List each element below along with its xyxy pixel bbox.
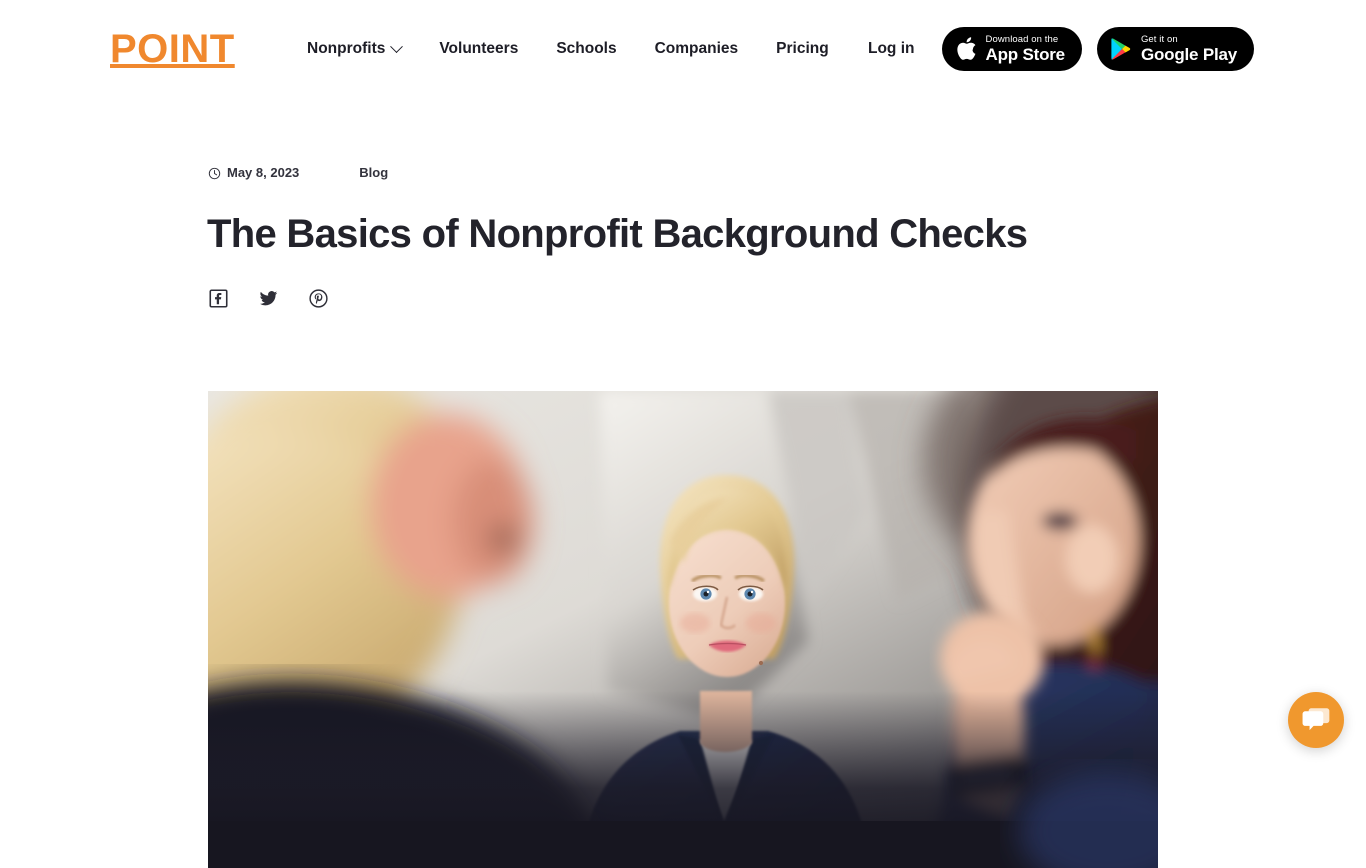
nav-item-volunteers[interactable]: Volunteers xyxy=(439,38,518,60)
nav-item-label: Schools xyxy=(556,38,616,60)
app-store-badge[interactable]: Download on the App Store xyxy=(942,27,1082,71)
publish-date: May 8, 2023 xyxy=(208,164,299,182)
pinterest-share-button[interactable] xyxy=(308,288,328,308)
google-play-badge[interactable]: Get it on Google Play xyxy=(1097,27,1254,71)
login-button[interactable]: Log in xyxy=(868,40,915,58)
site-header: POINT Nonprofits Volunteers Schools Comp… xyxy=(0,0,1366,100)
twitter-icon xyxy=(259,289,278,308)
app-store-badge-top: Download on the xyxy=(986,34,1065,45)
nav-item-label: Pricing xyxy=(776,38,829,60)
main-navigation: Nonprofits Volunteers Schools Companies … xyxy=(307,38,829,60)
header-actions: Log in Download on the App Store Get it … xyxy=(868,27,1254,71)
facebook-icon xyxy=(209,289,228,308)
twitter-share-button[interactable] xyxy=(258,288,278,308)
google-play-icon xyxy=(1110,37,1132,61)
publish-date-label: May 8, 2023 xyxy=(227,164,299,182)
google-play-badge-top: Get it on xyxy=(1141,34,1237,45)
nav-item-nonprofits[interactable]: Nonprofits xyxy=(307,38,401,60)
nav-item-pricing[interactable]: Pricing xyxy=(776,38,829,60)
app-store-badge-bottom: App Store xyxy=(986,45,1065,64)
google-play-badge-bottom: Google Play xyxy=(1141,45,1237,64)
brand-logo[interactable]: POINT xyxy=(110,29,235,69)
nav-item-schools[interactable]: Schools xyxy=(556,38,616,60)
facebook-share-button[interactable] xyxy=(208,288,228,308)
article-meta: May 8, 2023 Blog xyxy=(208,164,388,182)
chat-widget-button[interactable] xyxy=(1288,692,1344,748)
hero-photo xyxy=(208,391,1158,868)
article-hero-image xyxy=(208,391,1158,868)
clock-icon xyxy=(208,167,221,180)
nav-item-label: Nonprofits xyxy=(307,38,385,60)
share-row xyxy=(208,288,328,308)
chat-bubbles-icon xyxy=(1301,706,1331,734)
nav-item-companies[interactable]: Companies xyxy=(655,38,739,60)
category-link[interactable]: Blog xyxy=(359,164,388,182)
pinterest-icon xyxy=(309,289,328,308)
page-title: The Basics of Nonprofit Background Check… xyxy=(207,210,1207,258)
apple-logo-icon xyxy=(955,36,977,62)
chevron-down-icon xyxy=(390,40,403,53)
nav-item-label: Volunteers xyxy=(439,38,518,60)
nav-item-label: Companies xyxy=(655,38,739,60)
